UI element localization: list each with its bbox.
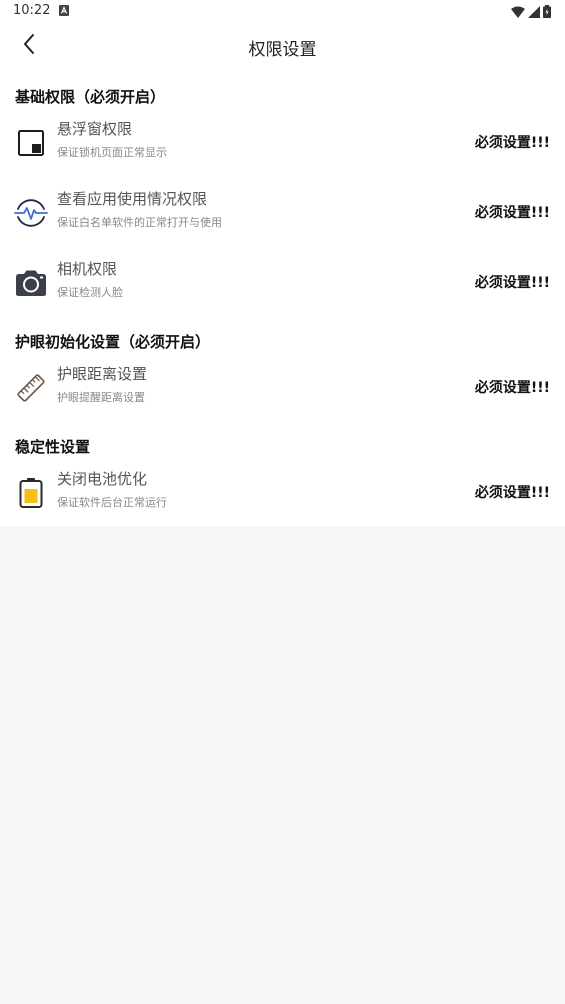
setting-row-eye-distance[interactable]: 护眼距离设置 护眼提醒距离设置 必须设置!!!: [0, 359, 565, 421]
row-status: 必须设置!!!: [474, 485, 550, 501]
status-time: 10:22: [13, 3, 51, 18]
setting-row-camera[interactable]: 相机权限 保证检测人脸 必须设置!!!: [0, 254, 565, 316]
setting-row-usage-access[interactable]: 查看应用使用情况权限 保证白名单软件的正常打开与使用 必须设置!!!: [0, 184, 565, 246]
row-title: 相机权限: [57, 260, 118, 278]
row-status: 必须设置!!!: [474, 380, 550, 396]
row-status: 必须设置!!!: [474, 135, 550, 151]
row-subtitle: 保证检测人脸: [57, 286, 123, 299]
row-title: 悬浮窗权限: [57, 120, 133, 138]
wifi-icon: [511, 6, 525, 22]
row-status: 必须设置!!!: [474, 275, 550, 291]
row-subtitle: 保证白名单软件的正常打开与使用: [57, 216, 222, 229]
a-box-icon: [59, 5, 69, 16]
app-bar: 权限设置: [0, 24, 565, 70]
status-bar: 10:22: [0, 0, 565, 24]
camera-icon: [13, 265, 49, 301]
battery-icon: [13, 475, 49, 511]
page-title: 权限设置: [248, 40, 317, 60]
ruler-icon: [13, 370, 49, 406]
row-title: 护眼距离设置: [57, 365, 148, 383]
setting-row-battery-optimization[interactable]: 关闭电池优化 保证软件后台正常运行 必须设置!!!: [0, 464, 565, 526]
signal-icon: [528, 5, 540, 22]
setting-row-floating-window[interactable]: 悬浮窗权限 保证锁机页面正常显示 必须设置!!!: [0, 114, 565, 176]
section-title-stability: 稳定性设置: [15, 438, 91, 456]
usage-pulse-icon: [13, 195, 49, 231]
floating-window-icon: [13, 125, 49, 161]
section-title-basic-permissions: 基础权限（必须开启）: [15, 88, 166, 106]
row-title: 关闭电池优化: [57, 470, 148, 488]
row-title: 查看应用使用情况权限: [57, 190, 208, 208]
section-title-eye-protection: 护眼初始化设置（必须开启）: [15, 333, 211, 351]
row-subtitle: 保证软件后台正常运行: [57, 496, 167, 509]
row-subtitle: 护眼提醒距离设置: [57, 391, 145, 404]
row-status: 必须设置!!!: [474, 205, 550, 221]
battery-icon: [543, 5, 551, 22]
row-subtitle: 保证锁机页面正常显示: [57, 146, 167, 159]
